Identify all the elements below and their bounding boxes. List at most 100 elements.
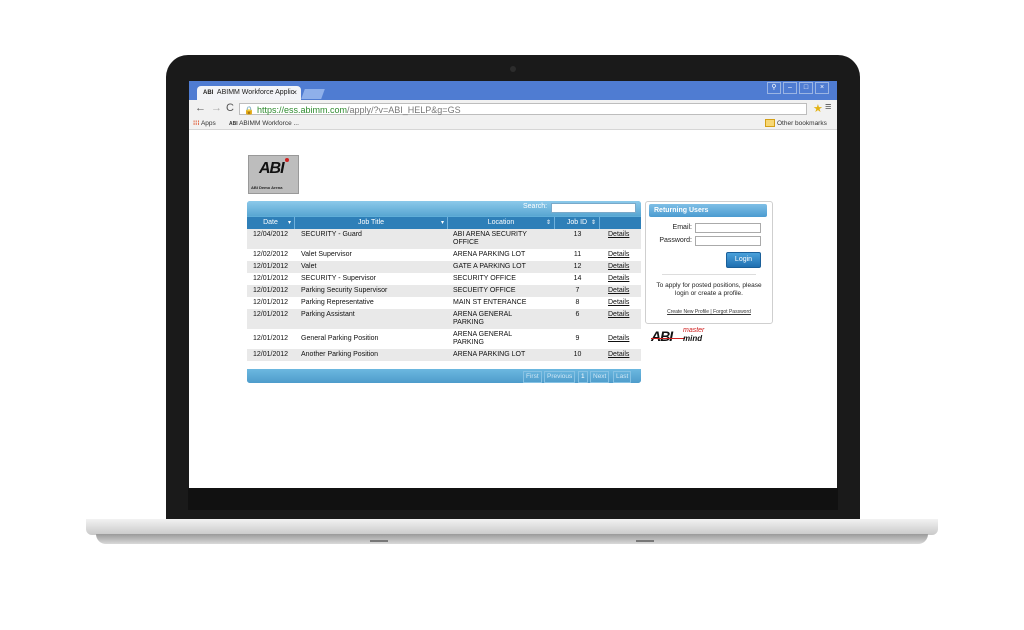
details-link[interactable]: Details: [608, 297, 629, 307]
password-field[interactable]: [695, 236, 761, 246]
column-location-label: Location: [487, 219, 515, 226]
cell-date: 12/01/2012: [253, 311, 289, 318]
laptop-base: [86, 519, 938, 535]
cell-date: 12/01/2012: [253, 351, 289, 358]
cell-date: 12/01/2012: [253, 263, 289, 270]
divider: [662, 274, 756, 275]
tab-close-icon[interactable]: ×: [292, 86, 297, 100]
tab-favicon-icon: ABI: [203, 90, 214, 96]
bezel-bottom: [188, 488, 838, 510]
pager-previous-button[interactable]: Previous: [544, 371, 576, 383]
back-arrow-icon[interactable]: ←: [195, 102, 206, 114]
bookmark-abimm-label: ABIMM Workforce ...: [239, 120, 299, 127]
table-row: 12/04/2012 SECURITY - Guard ABI ARENA SE…: [247, 229, 641, 249]
column-header-location[interactable]: Location ⇕: [448, 217, 555, 229]
logo-abi-text: ABI: [259, 160, 285, 177]
cell-job-id: 7: [575, 287, 580, 294]
column-header-date[interactable]: Date ▾: [247, 217, 295, 229]
cell-job-title: Another Parking Position: [301, 351, 379, 358]
cell-location: ABI ARENA SECURITY OFFICE: [453, 231, 527, 246]
menu-icon[interactable]: ≡: [825, 101, 831, 113]
column-header-job-title[interactable]: Job Title ▾: [295, 217, 448, 229]
cell-job-title: SECURITY - Supervisor: [301, 275, 376, 282]
cell-job-id: 11: [573, 251, 582, 258]
cell-date: 12/01/2012: [253, 275, 289, 282]
url-host: https://ess.abimm.com: [256, 105, 347, 115]
email-field[interactable]: [695, 223, 761, 233]
user-icon[interactable]: ⚲: [767, 82, 781, 94]
table-row: 12/01/2012 Another Parking Position AREN…: [247, 349, 641, 361]
cell-job-title: Parking Assistant: [301, 311, 355, 318]
details-link[interactable]: Details: [608, 285, 629, 295]
bookmark-apps[interactable]: ⁞⁞⁞ Apps: [193, 118, 216, 129]
other-bookmarks[interactable]: Other bookmarks: [765, 118, 827, 129]
lock-icon: 🔒: [244, 106, 254, 115]
minimize-icon[interactable]: –: [783, 82, 797, 94]
pager-last-button[interactable]: Last: [613, 371, 632, 383]
abi-favicon-icon: ABI: [229, 121, 238, 127]
pager-page-1[interactable]: 1: [578, 371, 588, 383]
column-header-job-id[interactable]: Job ID ⇕: [555, 217, 600, 229]
cell-date: 12/01/2012: [253, 335, 289, 342]
details-link[interactable]: Details: [608, 261, 629, 271]
bookmark-abimm[interactable]: ABI ABIMM Workforce ...: [229, 118, 299, 130]
laptop-foot: [636, 540, 654, 542]
restore-icon[interactable]: □: [799, 82, 813, 94]
cell-location: ARENA GENERAL PARKING: [453, 331, 512, 346]
column-jobid-label: Job ID: [566, 219, 588, 226]
details-link[interactable]: Details: [608, 229, 629, 239]
details-link[interactable]: Details: [608, 273, 629, 283]
search-label: Search:: [523, 203, 548, 210]
table-row: 12/01/2012 Parking Security Supervisor S…: [247, 285, 641, 297]
bookmark-star-icon[interactable]: ★: [813, 102, 823, 115]
details-link[interactable]: Details: [608, 349, 629, 359]
window-close-icon[interactable]: ×: [815, 82, 829, 94]
new-tab-button[interactable]: [301, 89, 325, 99]
address-bar[interactable]: 🔒 https://ess.abimm.com/apply/?v=ABI_HELP…: [239, 103, 807, 115]
mastermind-abi-text: ABI: [651, 328, 673, 344]
details-link[interactable]: Details: [608, 333, 629, 343]
sort-both-icon: ⇕: [590, 220, 596, 226]
details-link[interactable]: Details: [608, 249, 629, 259]
profile-links[interactable]: Create New Profile | Forgot Password: [648, 309, 770, 315]
camera-dot: [510, 66, 516, 72]
cell-job-id: 13: [573, 231, 582, 238]
column-title-label: Job Title: [357, 219, 385, 226]
pager-first-button[interactable]: First: [523, 371, 542, 383]
cell-location: GATE A PARKING LOT: [453, 263, 526, 270]
laptop-foot: [370, 540, 388, 542]
cell-job-title: Parking Security Supervisor: [301, 287, 388, 294]
search-input[interactable]: [551, 203, 636, 213]
forward-arrow-icon[interactable]: →: [211, 102, 222, 114]
cell-location: SECUEITY OFFICE: [453, 287, 516, 294]
tab-title: ABIMM Workforce Applic: [216, 89, 295, 96]
cell-location: ARENA PARKING LOT: [453, 351, 526, 358]
table-row: 12/02/2012 Valet Supervisor ARENA PARKIN…: [247, 249, 641, 261]
browser-toolbar: ← → C 🔒 https://ess.abimm.com/apply/?v=AB…: [189, 100, 837, 118]
cell-date: 12/01/2012: [253, 287, 289, 294]
grid-pager: First Previous 1 Next Last: [247, 369, 641, 383]
logo-red-dot: [285, 158, 289, 162]
url-path: /apply/?v=ABI_HELP&g=GS: [347, 105, 461, 115]
bookmark-apps-label: Apps: [200, 120, 216, 127]
details-link[interactable]: Details: [608, 309, 629, 319]
table-row: 12/01/2012 Parking Representative MAIN S…: [247, 297, 641, 309]
cell-job-id: 8: [575, 299, 580, 306]
browser-tab[interactable]: ABI ABIMM Workforce Applic ×: [197, 86, 301, 100]
cell-job-id: 9: [575, 335, 580, 342]
sort-desc-icon: ▾: [440, 220, 444, 226]
column-date-label: Date: [263, 219, 278, 226]
cell-job-id: 12: [573, 263, 582, 270]
cell-job-title: Parking Representative: [301, 299, 374, 306]
login-button[interactable]: Login: [726, 252, 761, 268]
pager-next-button[interactable]: Next: [590, 371, 610, 383]
cell-job-title: General Parking Position: [301, 335, 379, 342]
table-row: 12/01/2012 Valet GATE A PARKING LOT 12 D…: [247, 261, 641, 273]
folder-icon: [765, 119, 775, 128]
reload-icon[interactable]: C: [226, 102, 234, 114]
cell-date: 12/02/2012: [253, 251, 289, 258]
abi-demo-arena-logo: ABI ABI Demo Arena: [248, 155, 299, 194]
grid-body: 12/04/2012 SECURITY - Guard ABI ARENA SE…: [247, 229, 641, 369]
table-row: 12/01/2012 Parking Assistant ARENA GENER…: [247, 309, 641, 329]
mastermind-master-text: master: [683, 327, 705, 334]
